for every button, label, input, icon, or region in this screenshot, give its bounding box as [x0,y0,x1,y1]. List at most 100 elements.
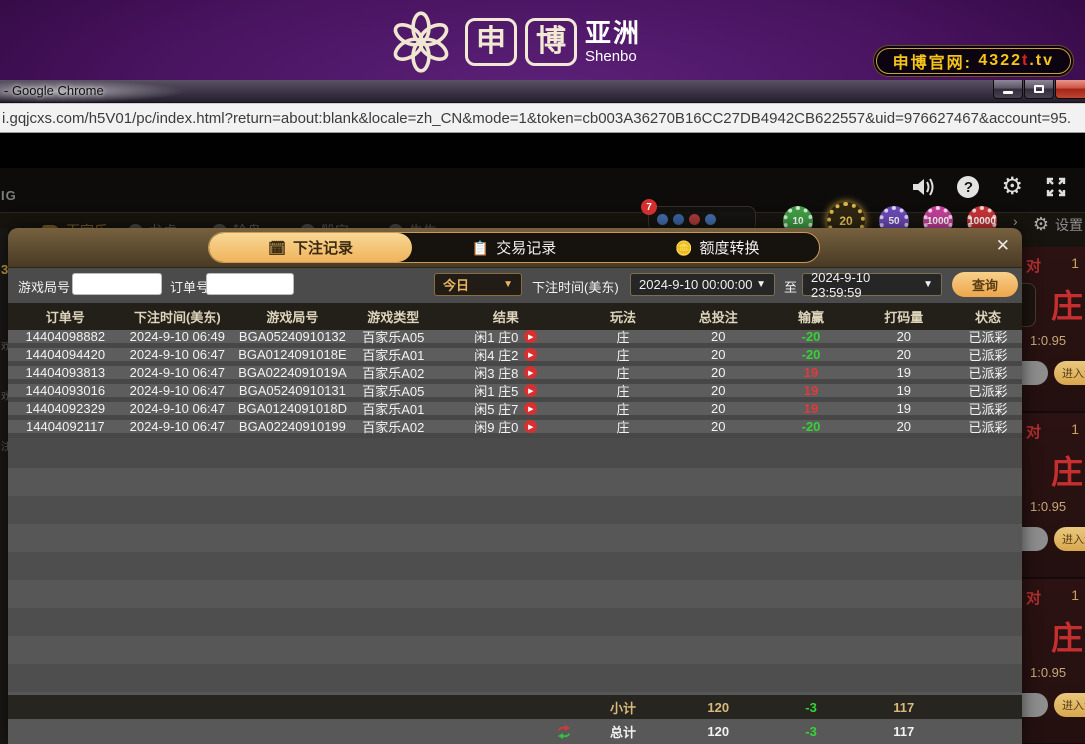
lobby-card: 对 1 庄 1:0.95 进入游戏 [1022,413,1085,579]
cell-turnover: 19 [896,401,912,416]
refresh-icon[interactable] [556,724,572,739]
maximize-button[interactable] [1024,80,1054,99]
game-round-input[interactable] [72,273,162,295]
flower-logo-icon [393,11,449,73]
game-round-label: 游戏局号 [18,280,71,295]
lobby-card: 对 1 庄 1:0.95 进入游戏 [1022,247,1085,413]
site-logo: 申 博 亚洲 Shenbo [385,6,641,78]
date-from-select[interactable]: 2024-9-10 00:00:00 ▼ [630,273,775,296]
total-bet: 120 [707,724,730,739]
chips-more-arrow[interactable]: › [1013,213,1018,229]
tab-label: 下注记录 [293,240,354,257]
cell-result: 闲9 庄0 [474,420,519,435]
play-video-button[interactable]: ▶ [524,384,538,397]
col-game-type: 游戏类型 [367,310,420,325]
page-gap [0,133,1085,168]
odds-label: 1:0.95 [1030,333,1067,348]
url-text[interactable]: i.gqjcxs.com/h5V01/pc/index.html?return=… [0,110,1071,127]
tab-transaction-records[interactable]: 📋 交易记录 [412,233,615,262]
total-turnover: 117 [893,724,915,739]
speaker-icon[interactable] [911,176,935,198]
cell-round-id: BGA05240910132 [238,329,346,344]
tab-credit-transfer[interactable]: 🪙 额度转换 [616,233,819,262]
close-window-button[interactable] [1055,80,1085,99]
table-button[interactable] [1022,527,1048,551]
query-button[interactable]: 查询 [952,272,1018,297]
odds-label: 1:0.95 [1030,665,1067,680]
screen: 申 博 亚洲 Shenbo 申博官网: 4322 t .tv - Google … [0,0,1085,744]
help-icon[interactable]: ? [957,176,980,198]
cell-order-id: 14404093016 [25,383,106,398]
chevron-down-icon: ▼ [923,279,933,290]
cell-bet-time: 2024-9-10 06:49 [129,329,226,344]
browser-urlbar[interactable]: i.gqjcxs.com/h5V01/pc/index.html?return=… [0,103,1085,133]
play-video-button[interactable]: ▶ [524,366,538,379]
cell-status: 已派彩 [968,330,1008,345]
minimize-button[interactable] [993,80,1023,99]
notice-dot [657,213,668,225]
enter-game-button[interactable]: 进入游戏 [1054,361,1085,385]
cell-game-type: 百家乐A02 [362,420,425,435]
browser-titlebar: - Google Chrome [0,80,1085,103]
cell-round-id: BGA0124091018D [237,401,347,416]
tab-label: 额度转换 [699,240,760,257]
cell-bet-time: 2024-9-10 06:47 [129,419,226,434]
date-to-select[interactable]: 2024-9-10 23:59:59 ▼ [802,270,942,300]
filter-row: 游戏局号 订单号 今日 ▼ 下注时间(美东) 2024-9-10 00:00:0… [8,268,1022,303]
cell-turnover: 20 [896,329,912,344]
pair-count: 1 [1071,421,1079,437]
cell-round-id: BGA0124091018E [238,347,347,362]
window-title: - Google Chrome [4,83,104,98]
cell-order-id: 14404092117 [26,419,105,434]
table-button[interactable] [1022,693,1048,717]
subtotal-bet: 120 [707,699,730,715]
cell-winloss: 19 [803,365,819,380]
cell-status: 已派彩 [968,384,1008,399]
fullscreen-icon[interactable] [1045,176,1067,198]
cell-play: 庄 [616,384,630,399]
table-button[interactable] [1022,361,1048,385]
col-winloss: 输赢 [798,310,825,325]
calendar-icon: 🗓 [268,239,287,256]
date-range-select[interactable]: 今日 ▼ [434,273,522,296]
banker-label: 庄 [1050,620,1083,656]
order-input[interactable] [206,273,294,295]
bet-records-modal: 🗓 下注记录 📋 交易记录 🪙 额度转换 ✕ 游戏局号 订单号 今日 ▼ 下注时… [8,228,1022,744]
official-number: 4322 [978,52,1022,69]
tab-bet-records[interactable]: 🗓 下注记录 [209,233,413,262]
play-video-button[interactable]: ▶ [524,420,538,433]
cell-game-type: 百家乐A05 [362,384,425,399]
range-value: 今日 [443,278,470,293]
lobby-side-strip: 对 1 庄 1:0.95 进入游戏 对 1 庄 1:0.95 进入游戏 对 1 … [1022,247,1085,744]
chevron-down-icon: ▼ [503,279,513,290]
play-video-button[interactable]: ▶ [524,330,538,343]
lobby-left-strip: 3 戏 戏 注 [0,228,11,744]
cell-game-type: 百家乐A01 [362,348,425,363]
play-video-button[interactable]: ▶ [524,402,538,415]
enter-game-button[interactable]: 进入游戏 [1054,693,1085,717]
cell-bet-time: 2024-9-10 06:47 [129,383,226,398]
coins-icon: 🪙 [675,239,693,256]
cell-play: 庄 [616,348,630,363]
empty-rows-area [8,468,1022,695]
cell-bet-time: 2024-9-10 06:47 [129,401,226,416]
cell-result: 闲3 庄8 [474,366,519,381]
pair-count: 1 [1071,255,1079,271]
close-icon[interactable]: ✕ [996,237,1010,254]
banker-label: 庄 [1050,454,1083,490]
col-total-bet: 总投注 [698,310,738,325]
cell-winloss: -20 [801,347,821,362]
total-row: 总计 120 -3 117 [8,719,1022,744]
settings-button[interactable]: ⚙ 设置 [1033,214,1083,235]
enter-game-button[interactable]: 进入游戏 [1054,527,1085,551]
cell-winloss: 19 [803,401,819,416]
pair-label: 对 [1026,258,1042,275]
play-video-button[interactable]: ▶ [524,348,538,361]
cell-play: 庄 [616,366,630,381]
cell-status: 已派彩 [968,402,1008,417]
gear-icon[interactable]: ⚙ [1001,175,1023,199]
cell-turnover: 19 [896,365,912,380]
game-logo-partial: IG [1,188,17,203]
banker-label: 庄 [1050,288,1083,324]
cell-turnover: 20 [896,347,912,362]
